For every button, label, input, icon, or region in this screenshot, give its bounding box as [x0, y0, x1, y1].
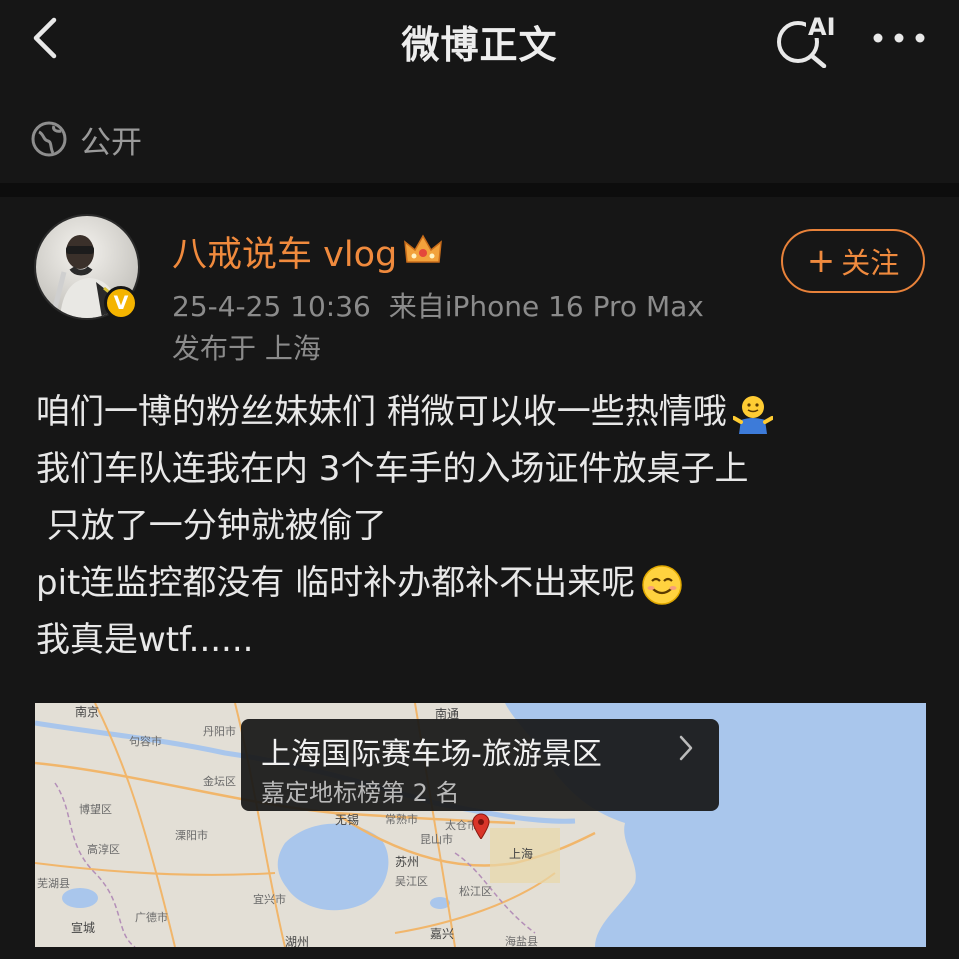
map-label: 海盐县: [505, 935, 538, 947]
map-label: 句容市: [129, 735, 162, 748]
map-label: 吴江区: [395, 875, 428, 888]
author-name[interactable]: 八戒说车 vlog: [172, 226, 397, 277]
map-label: 高淳区: [87, 843, 120, 856]
map-label: 松江区: [459, 885, 492, 898]
map-pin-icon: [472, 813, 490, 839]
visibility-indicator: 公开: [30, 114, 142, 164]
map-label: 苏州: [395, 855, 420, 869]
shrug-emoji-icon: [732, 395, 773, 434]
smile-emoji-icon: [642, 564, 682, 605]
location-title: 上海国际赛车场-旅游景区: [261, 737, 602, 772]
map-label: 无锡: [335, 813, 360, 827]
location-popup[interactable]: 上海国际赛车场-旅游景区 嘉定地标榜第 2 名: [241, 719, 719, 811]
map-label: 南京: [75, 705, 100, 719]
top-navigation-bar: 微博正文 AI: [0, 0, 959, 82]
post-line-4: pit连监控都没有 临时补办都补不出来呢: [36, 555, 936, 612]
more-dots-icon: [873, 33, 925, 43]
post-line-3: 只放了一分钟就被偷了: [36, 506, 387, 546]
more-options-button[interactable]: [868, 18, 930, 58]
map-label: 金坛区: [203, 775, 236, 788]
post-timestamp: 25-4-25 10:36: [172, 290, 371, 323]
map-label: 广德市: [135, 911, 168, 924]
map-label: 溧阳市: [175, 829, 208, 842]
verified-badge-icon: V: [104, 286, 138, 320]
map-label: 常熟市: [385, 813, 418, 826]
map-label: 博望区: [79, 803, 112, 816]
map-label: 宣城: [71, 921, 96, 935]
follow-button[interactable]: + 关注: [781, 229, 925, 293]
post-content: 咱们一博的粉丝妹妹们 稍微可以收一些热情哦 我们车队连我在内 3个车手的入场证件…: [36, 384, 936, 669]
post-location-line: 发布于 上海: [172, 332, 321, 365]
follow-label: 关注: [841, 246, 900, 280]
map-label: 昆山市: [420, 833, 453, 846]
section-divider: [0, 183, 959, 197]
map-label: 芜湖县: [37, 877, 70, 890]
ai-search-icon: AI: [777, 12, 836, 69]
post-line-1: 咱们一博的粉丝妹妹们 稍微可以收一些热情哦: [36, 384, 936, 441]
globe-icon: [31, 121, 67, 157]
post-source: 来自iPhone 16 Pro Max: [388, 290, 704, 323]
plus-icon: +: [806, 241, 836, 281]
map-label: 上海: [509, 847, 534, 861]
crown-icon: [404, 234, 442, 263]
post-meta: 25-4-25 10:36 来自iPhone 16 Pro Max: [172, 285, 704, 325]
author-avatar[interactable]: V: [34, 214, 140, 320]
map-label: 宜兴市: [253, 893, 286, 906]
chevron-right-icon: [679, 735, 693, 761]
map-label: 嘉兴: [430, 927, 455, 941]
post-line-2: 我们车队连我在内 3个车手的入场证件放桌子上: [36, 449, 749, 489]
visibility-label: 公开: [80, 124, 142, 161]
map-label: 湖州: [285, 935, 310, 947]
ai-search-button[interactable]: AI: [772, 8, 836, 69]
post-line-5: 我真是wtf......: [36, 620, 254, 660]
map-label: 丹阳市: [203, 725, 236, 738]
location-subtitle: 嘉定地标榜第 2 名: [261, 779, 460, 807]
ai-badge-text: AI: [808, 13, 836, 41]
